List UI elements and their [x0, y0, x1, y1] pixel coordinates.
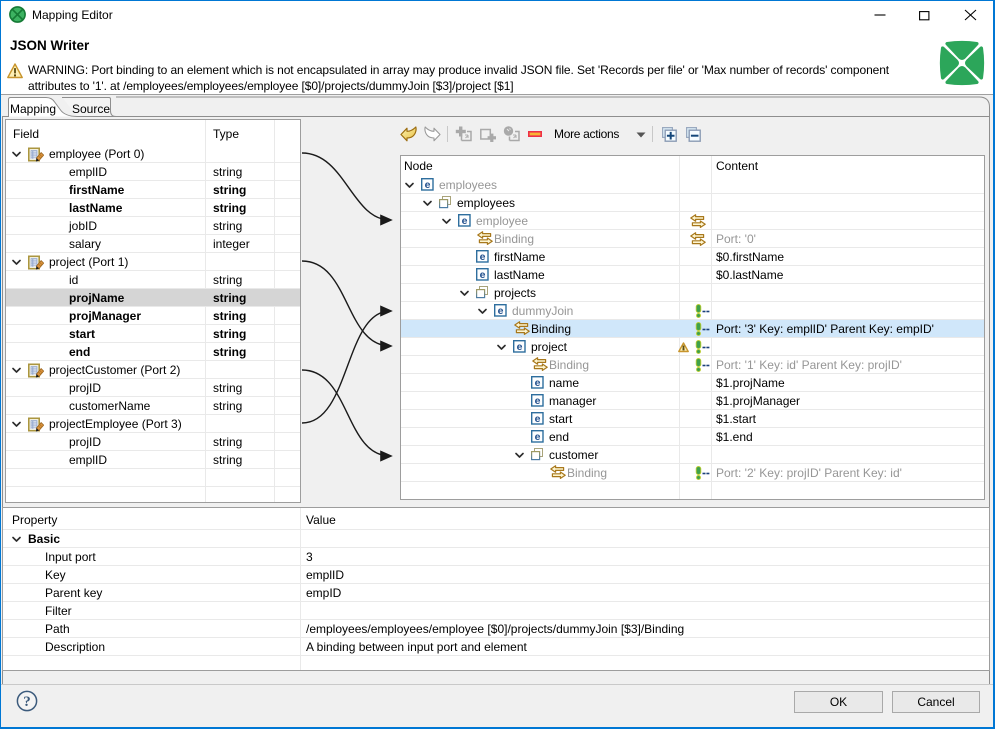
- svg-text:e: e: [517, 341, 523, 353]
- svg-text:e: e: [462, 215, 468, 227]
- svg-text:e: e: [425, 179, 431, 191]
- svg-text:e: e: [535, 431, 541, 443]
- svg-text:e: e: [480, 269, 486, 281]
- svg-text:e: e: [480, 251, 486, 263]
- svg-text:e: e: [498, 305, 504, 317]
- svg-text:e: e: [535, 413, 541, 425]
- svg-text:e: e: [535, 395, 541, 407]
- svg-text:e: e: [535, 377, 541, 389]
- svg-text:?: ?: [23, 694, 31, 710]
